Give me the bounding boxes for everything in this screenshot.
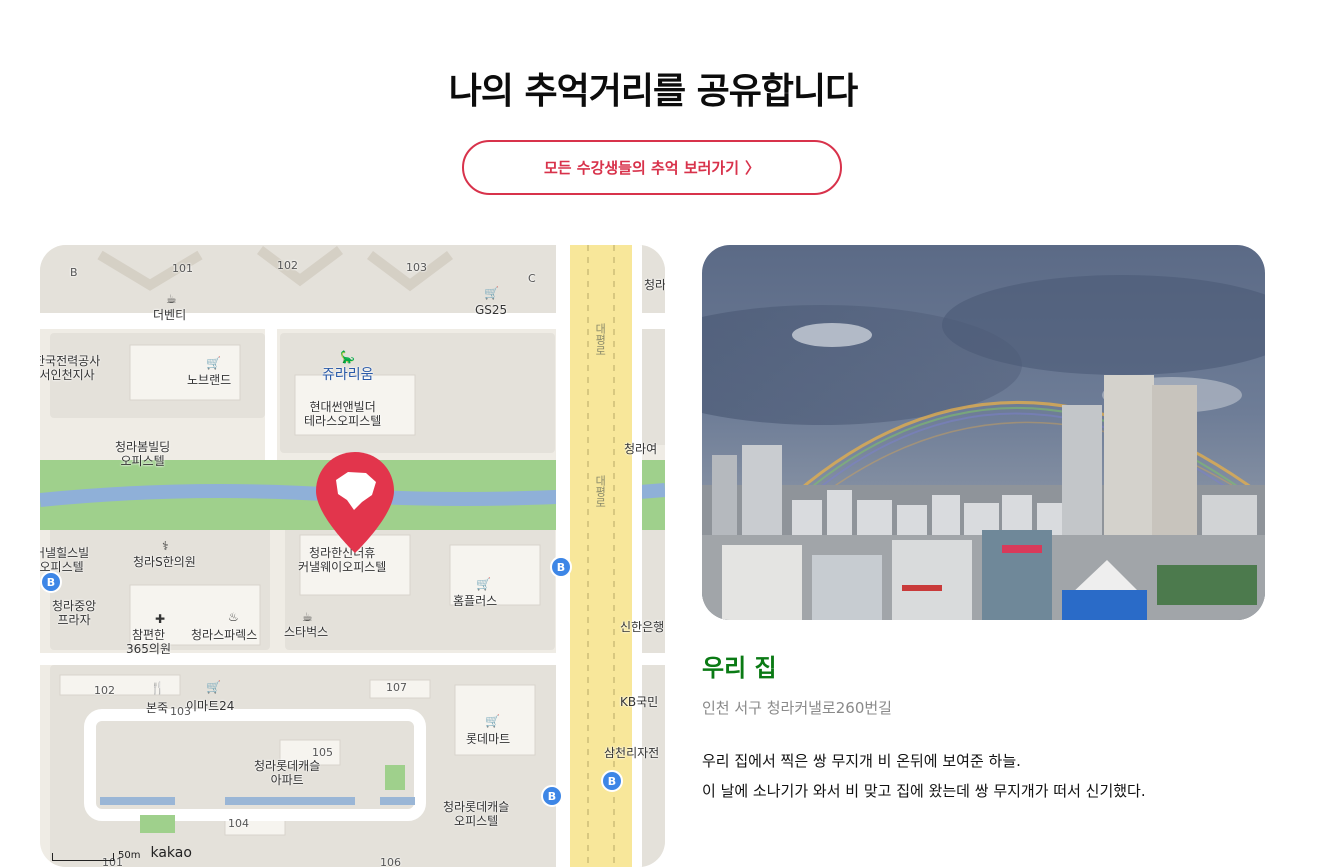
map-label-champyeon: 참편한 365의원	[126, 628, 171, 656]
map-label-nobrand: 노브랜드	[187, 373, 232, 387]
map-label-cheongra: 청라	[644, 278, 665, 292]
map-label-gs25: GS25	[475, 303, 508, 317]
chevron-right-icon: 〉	[745, 159, 761, 177]
memory-description-line: 우리 집에서 찍은 쌍 무지개 비 온뒤에 보여준 하늘.	[702, 752, 1021, 770]
bus-stop-icon[interactable]: B	[550, 556, 572, 578]
scale-label: 50m	[118, 850, 141, 861]
map-label-bom-building: 청라봄빌딩 오피스텔	[115, 440, 171, 468]
cart-icon: 🛒	[485, 714, 500, 728]
location-pin-icon[interactable]	[314, 450, 396, 555]
cart-icon: 🛒	[206, 680, 221, 694]
map-label-bonjuk: 본죽	[146, 701, 169, 715]
bus-stop-icon[interactable]: B	[601, 770, 623, 792]
map-road-label-1: 대평로	[593, 323, 607, 356]
cafe-icon: ☕	[166, 292, 177, 306]
restaurant-icon: 🍴	[150, 681, 165, 695]
map-label-emart24: 이마트24	[186, 699, 235, 713]
map-label-lotte-castle-office: 청라롯데캐슬 오피스텔	[443, 800, 510, 828]
map-label-jurarium: 쥬라리움	[322, 367, 374, 383]
spa-icon: ♨	[228, 610, 239, 624]
memory-description: 우리 집에서 찍은 쌍 무지개 비 온뒤에 보여준 하늘. 이 날에 소나기가 …	[702, 746, 1146, 806]
map-label-samcheonri: 삼천리자전	[604, 746, 660, 760]
map-label-lotte-castle-apt: 청라롯데캐슬 아파트	[254, 759, 321, 787]
bus-stop-icon[interactable]: B	[40, 571, 62, 593]
map-label-s-clinic: 청라S한의원	[133, 555, 196, 569]
map-label-102: 102	[277, 259, 298, 272]
cart-icon: 🛒	[206, 356, 221, 370]
cart-icon: 🛒	[484, 286, 499, 300]
map-road-label-2: 대평로	[593, 475, 607, 508]
map-label-105: 105	[312, 746, 333, 759]
map-scale: 50m kakao	[52, 845, 192, 861]
view-all-memories-button[interactable]: 모든 수강생들의 추억 보러가기 〉	[462, 140, 842, 195]
map-label-kepco: 한국전력공사 서인천지사	[40, 354, 101, 382]
map-label-107: 107	[386, 681, 407, 694]
kakao-logo: kakao	[150, 845, 192, 861]
map-label-106: 106	[380, 856, 401, 867]
map-label-lotte-mart: 롯데마트	[466, 732, 511, 746]
scale-line	[52, 853, 114, 861]
memory-address: 인천 서구 청라커낼로260번길	[702, 699, 892, 717]
map-label-homeplus: 홈플러스	[453, 594, 498, 608]
map-label-starbucks: 스타벅스	[284, 625, 329, 639]
map-label-kb: KB국민	[620, 695, 659, 709]
map-label-c: C	[528, 272, 536, 285]
map-view[interactable]: B 101 102 103 C 청라 ☕ 더벤티 🛒 GS25 한국전력공사 서…	[40, 245, 665, 867]
map-label-sparex: 청라스파렉스	[191, 628, 258, 642]
view-all-memories-label: 모든 수강생들의 추억 보러가기	[543, 159, 740, 177]
map-label-cheongra-yeo: 청라여	[624, 442, 658, 456]
cart-icon: 🛒	[476, 577, 491, 591]
map-label-101: 101	[172, 262, 193, 275]
page-title: 나의 추억거리를 공유합니다	[448, 71, 859, 112]
clinic-icon: ⚕	[162, 539, 169, 553]
map-label-jungang-plaza: 청라중앙 프라자	[52, 599, 97, 627]
map-label-103: 103	[406, 261, 427, 274]
map-label-hyundai: 현대썬앤빌더 테라스오피스텔	[304, 400, 382, 428]
rainbow-city-photo	[702, 245, 1265, 620]
museum-icon: 🦕	[340, 350, 355, 364]
map-label-the-venti: 더벤티	[153, 308, 187, 322]
map-label-b: B	[70, 266, 78, 279]
map-label-102b: 102	[94, 684, 115, 697]
bus-stop-icon[interactable]: B	[541, 785, 563, 807]
hospital-icon: ✚	[155, 612, 166, 626]
memory-photo	[702, 245, 1265, 620]
cafe-icon: ☕	[302, 610, 313, 624]
map-label-shinhan: 신한은행	[620, 620, 665, 634]
memory-description-line: 이 날에 소나기가 와서 비 맞고 집에 왔는데 쌍 무지개가 떠서 신기했다.	[702, 782, 1146, 800]
memory-title: 우리 집	[702, 654, 777, 682]
map-label-104: 104	[228, 817, 249, 830]
